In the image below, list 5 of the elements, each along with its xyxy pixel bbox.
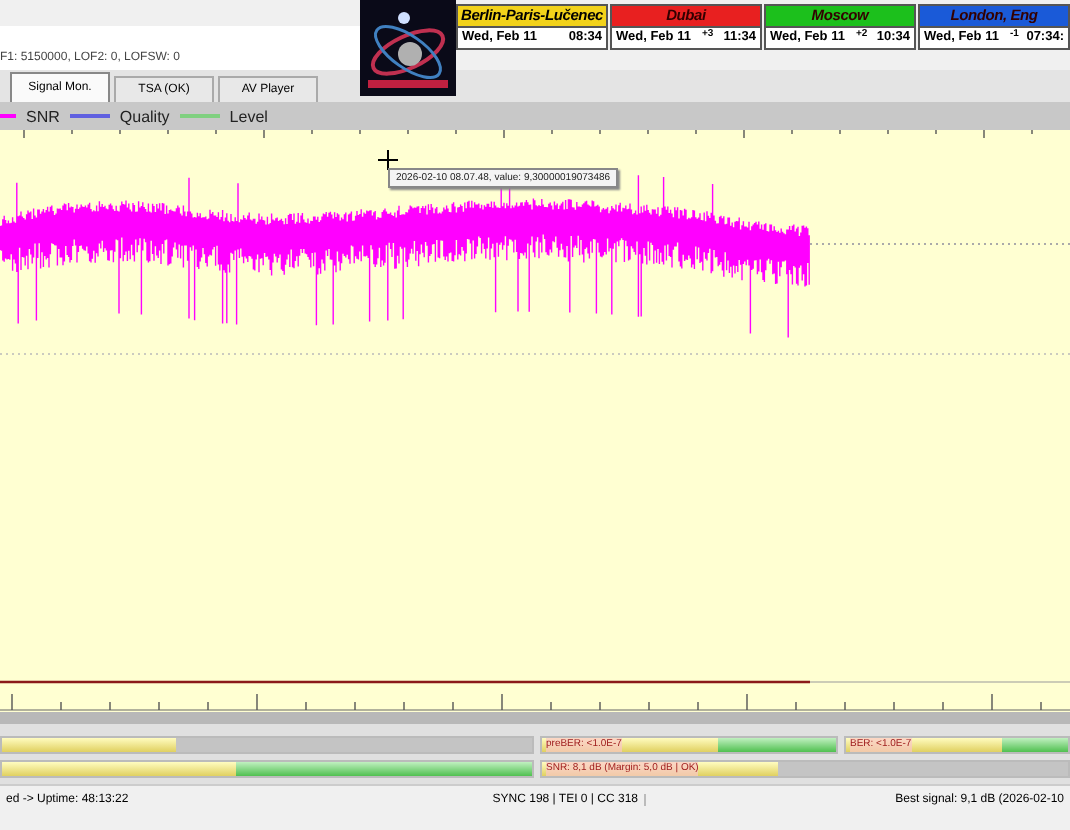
legend-label: SNR (26, 107, 60, 125)
legend-label: Quality (119, 107, 170, 125)
atom-logo-icon (360, 0, 456, 96)
crosshair-cursor-icon (377, 149, 399, 171)
legend-label: Level (229, 107, 268, 125)
